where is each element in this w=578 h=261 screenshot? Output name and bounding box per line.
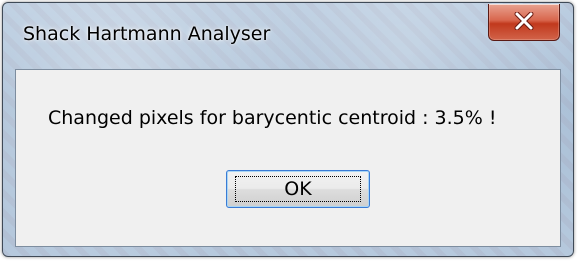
- window-title: Shack Hartmann Analyser: [23, 23, 271, 45]
- close-x-icon: [514, 12, 534, 30]
- dialog-message: Changed pixels for barycentic centroid :…: [48, 107, 497, 129]
- ok-button[interactable]: OK: [226, 170, 370, 208]
- close-button[interactable]: [488, 4, 560, 41]
- dialog-body: Changed pixels for barycentic centroid :…: [15, 69, 561, 247]
- title-bar[interactable]: Shack Hartmann Analyser: [3, 3, 573, 61]
- message-dialog-window: Shack Hartmann Analyser Changed pixels f…: [2, 2, 574, 257]
- ok-button-label: OK: [284, 178, 312, 200]
